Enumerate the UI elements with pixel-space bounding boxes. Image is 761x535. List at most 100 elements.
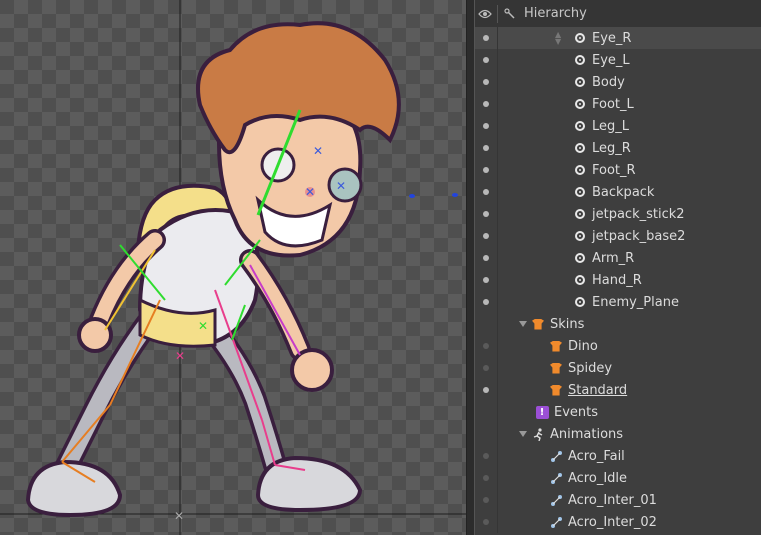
visibility-toggle[interactable] <box>475 445 497 467</box>
tree-item-animation[interactable]: Acro_Inter_02 <box>475 511 761 533</box>
reorder-arrows-icon[interactable]: ▲ ▼ <box>555 31 561 46</box>
skin-label-active: Standard <box>568 382 628 398</box>
animations-icon <box>531 427 545 441</box>
tree-item-animation[interactable]: Acro_Idle <box>475 467 761 489</box>
tree-item-bone[interactable]: Arm_R <box>475 247 761 269</box>
tree-item-bone[interactable]: jetpack_stick2 <box>475 203 761 225</box>
visibility-toggle[interactable] <box>475 27 497 49</box>
svg-text:✕: ✕ <box>336 179 346 193</box>
expand-arrow-icon[interactable] <box>519 321 527 327</box>
tree-item-animation[interactable]: Acro_Inter_01 <box>475 489 761 511</box>
visibility-toggle[interactable] <box>475 93 497 115</box>
bone-label: Eye_R <box>592 30 632 46</box>
bone-label: Arm_R <box>592 250 635 266</box>
visibility-toggle[interactable] <box>475 49 497 71</box>
visibility-toggle[interactable] <box>475 181 497 203</box>
visibility-toggle[interactable] <box>475 357 497 379</box>
bone-label: Leg_L <box>592 118 630 134</box>
tree-item-bone[interactable]: Backpack <box>475 181 761 203</box>
animation-icon <box>549 471 563 485</box>
visibility-toggle[interactable] <box>475 137 497 159</box>
tree-item-animations[interactable]: Animations <box>475 423 761 445</box>
header-separator <box>497 4 498 23</box>
bone-icon <box>573 273 587 287</box>
visibility-toggle[interactable] <box>475 511 497 533</box>
visibility-toggle[interactable] <box>475 225 497 247</box>
animation-label: Acro_Idle <box>568 470 628 486</box>
tree-item-bone[interactable]: Enemy_Plane <box>475 291 761 313</box>
hierarchy-panel: Hierarchy ▲ ▼ Eye_R Eye_L Body Foot_L Le… <box>474 0 761 535</box>
hierarchy-tree: ▲ ▼ Eye_R Eye_L Body Foot_L Leg_L Leg_R … <box>475 27 761 533</box>
bone-label: Hand_R <box>592 272 642 288</box>
bone-icon <box>573 295 587 309</box>
shoes-shape <box>25 455 363 518</box>
animation-label: Acro_Inter_02 <box>568 514 657 530</box>
bone-icon <box>573 75 587 89</box>
bone-icon <box>573 31 587 45</box>
tree-item-skin[interactable]: Dino <box>475 335 761 357</box>
bone-link-icon[interactable] <box>500 4 520 24</box>
visibility-toggle[interactable] <box>475 291 497 313</box>
skin-icon <box>549 339 563 353</box>
animation-label: Acro_Inter_01 <box>568 492 657 508</box>
animation-label: Acro_Fail <box>568 448 625 464</box>
animation-icon <box>549 515 563 529</box>
visibility-toggle[interactable] <box>475 115 497 137</box>
visibility-toggle[interactable] <box>475 247 497 269</box>
visibility-toggle[interactable] <box>475 379 497 401</box>
visibility-toggle[interactable] <box>475 489 497 511</box>
visibility-toggle[interactable] <box>475 203 497 225</box>
svg-text:✕: ✕ <box>175 349 185 363</box>
tree-item-bone[interactable]: Leg_L <box>475 115 761 137</box>
tree-item-skins[interactable]: Skins <box>475 313 761 335</box>
skin-icon <box>549 361 563 375</box>
tree-item-bone[interactable]: Hand_R <box>475 269 761 291</box>
expand-arrow-icon[interactable] <box>519 431 527 437</box>
visibility-toggle[interactable] <box>475 269 497 291</box>
eye-icon[interactable] <box>475 4 495 24</box>
hierarchy-title: Hierarchy <box>524 6 587 21</box>
animations-label: Animations <box>550 426 624 442</box>
tree-item-bone[interactable]: jetpack_base2 <box>475 225 761 247</box>
canvas-viewport[interactable]: ✕ ✕ ✕ ✕ ✕ ✕ <box>0 0 466 535</box>
svg-text:✕: ✕ <box>198 319 208 333</box>
visibility-toggle[interactable] <box>475 467 497 489</box>
character-rig: ✕ ✕ ✕ ✕ ✕ ✕ <box>0 0 466 535</box>
tree-item-bone[interactable]: Eye_L <box>475 49 761 71</box>
bone-icon <box>573 251 587 265</box>
tree-item-bone[interactable]: Foot_L <box>475 93 761 115</box>
svg-text:✕: ✕ <box>174 509 184 523</box>
tree-item-events[interactable]: ! Events <box>475 401 761 423</box>
skin-icon <box>549 383 563 397</box>
bone-label: Foot_L <box>592 96 634 112</box>
svg-text:✕: ✕ <box>313 144 323 158</box>
bone-icon <box>573 53 587 67</box>
bone-label: Eye_L <box>592 52 630 68</box>
bone-icon <box>573 97 587 111</box>
animation-icon <box>549 493 563 507</box>
bone-icon <box>573 185 587 199</box>
bone-label: jetpack_stick2 <box>592 206 685 222</box>
bone-label: Backpack <box>592 184 655 200</box>
bone-label: Leg_R <box>592 140 631 156</box>
tree-item-skin[interactable]: Standard <box>475 379 761 401</box>
svg-text:✕: ✕ <box>305 185 315 199</box>
visibility-toggle[interactable] <box>475 335 497 357</box>
events-icon: ! <box>535 405 549 419</box>
bone-label: jetpack_base2 <box>592 228 686 244</box>
skins-icon <box>531 317 545 331</box>
skin-label: Dino <box>568 338 598 354</box>
tree-item-bone[interactable]: Body <box>475 71 761 93</box>
tree-item-animation[interactable]: Acro_Fail <box>475 445 761 467</box>
tree-item-bone[interactable]: Foot_R <box>475 159 761 181</box>
bone-icon <box>573 229 587 243</box>
bone-label: Enemy_Plane <box>592 294 679 310</box>
tree-item-skin[interactable]: Spidey <box>475 357 761 379</box>
tree-item-bone[interactable]: ▲ ▼ Eye_R <box>475 27 761 49</box>
animation-icon <box>549 449 563 463</box>
visibility-toggle[interactable] <box>475 71 497 93</box>
bone-icon <box>573 141 587 155</box>
tree-item-bone[interactable]: Leg_R <box>475 137 761 159</box>
bone-icon <box>573 119 587 133</box>
visibility-toggle[interactable] <box>475 159 497 181</box>
